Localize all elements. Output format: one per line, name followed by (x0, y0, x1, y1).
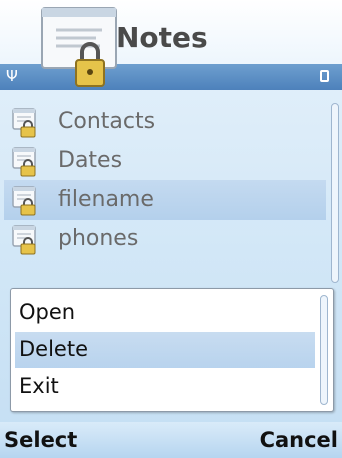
list-item[interactable]: Dates (4, 141, 326, 181)
battery-icon (320, 70, 329, 82)
list-scrollbar[interactable] (331, 103, 339, 283)
locked-note-icon (12, 147, 40, 177)
list-item[interactable]: phones (4, 219, 326, 259)
signal-antenna-icon: Ψ (6, 67, 18, 85)
locked-note-icon (12, 186, 40, 216)
page-title: Notes (116, 21, 208, 54)
menu-item-delete[interactable]: Delete (15, 332, 315, 368)
select-softkey[interactable]: Select (4, 428, 77, 452)
options-menu: Open Delete Exit (10, 288, 334, 412)
list-item[interactable]: Contacts (4, 102, 326, 142)
menu-item-open[interactable]: Open (15, 295, 315, 331)
list-item-label: phones (58, 226, 139, 251)
locked-notepad-icon (41, 7, 117, 87)
list-item[interactable]: filename (4, 180, 326, 220)
menu-item-label: Exit (19, 374, 59, 398)
app-header: Ψ Notes (0, 0, 342, 90)
cancel-softkey[interactable]: Cancel (260, 428, 338, 452)
list-item-label: filename (58, 187, 154, 212)
menu-item-exit[interactable]: Exit (15, 369, 315, 405)
softkey-bar: Select Cancel (0, 422, 342, 458)
list-item-label: Contacts (58, 109, 156, 134)
menu-item-label: Open (19, 300, 76, 324)
menu-item-label: Delete (19, 337, 88, 361)
menu-scrollbar[interactable] (320, 295, 328, 405)
locked-note-icon (12, 225, 40, 255)
locked-note-icon (12, 108, 40, 138)
list-item-label: Dates (58, 148, 123, 173)
